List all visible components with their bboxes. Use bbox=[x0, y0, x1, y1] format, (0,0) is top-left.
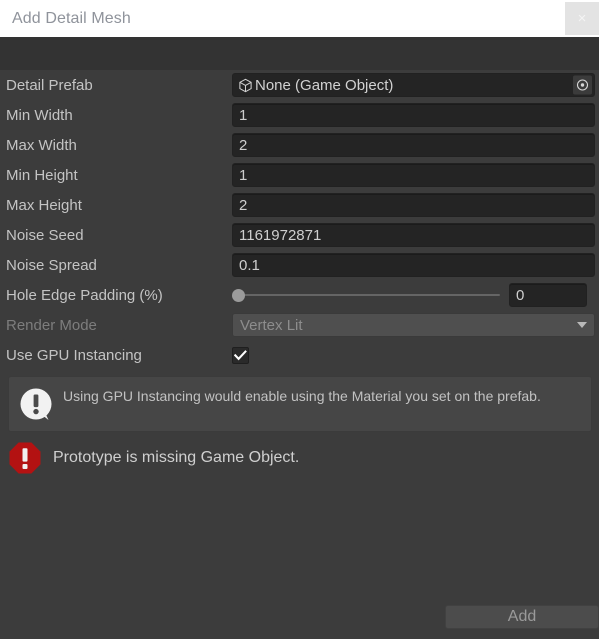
noise-seed-input[interactable]: 1161972871 bbox=[232, 223, 595, 247]
error-message-row: Prototype is missing Game Object. bbox=[0, 441, 599, 475]
row-render-mode: Render Mode Vertex Lit bbox=[0, 310, 599, 340]
control-use-gpu-instancing bbox=[232, 340, 595, 370]
label-max-height: Max Height bbox=[6, 196, 82, 214]
slider-handle[interactable] bbox=[232, 288, 245, 302]
row-detail-prefab: Detail Prefab None (Game Object) bbox=[0, 70, 599, 100]
label-noise-seed: Noise Seed bbox=[6, 226, 84, 244]
label-use-gpu-instancing: Use GPU Instancing bbox=[6, 346, 142, 364]
control-min-height: 1 bbox=[232, 160, 595, 190]
control-detail-prefab: None (Game Object) bbox=[232, 70, 595, 100]
label-min-height: Min Height bbox=[6, 166, 78, 184]
hole-edge-padding-input[interactable]: 0 bbox=[509, 283, 587, 307]
body-top-strip bbox=[0, 37, 599, 70]
render-mode-value: Vertex Lit bbox=[240, 316, 303, 334]
info-bubble-icon bbox=[20, 388, 52, 420]
row-min-height: Min Height 1 bbox=[0, 160, 599, 190]
min-width-input[interactable]: 1 bbox=[232, 103, 595, 127]
close-icon[interactable]: × bbox=[565, 2, 599, 35]
row-min-width: Min Width 1 bbox=[0, 100, 599, 130]
slider-track-line bbox=[238, 294, 500, 296]
control-noise-seed: 1161972871 bbox=[232, 220, 595, 250]
noise-spread-input[interactable]: 0.1 bbox=[232, 253, 595, 277]
row-max-height: Max Height 2 bbox=[0, 190, 599, 220]
label-detail-prefab: Detail Prefab bbox=[6, 76, 93, 94]
max-height-input[interactable]: 2 bbox=[232, 193, 595, 217]
control-hole-edge-padding: 0 bbox=[232, 280, 595, 310]
control-min-width: 1 bbox=[232, 100, 595, 130]
gpu-instancing-help-text: Using GPU Instancing would enable using … bbox=[63, 388, 541, 404]
window-body: Detail Prefab None (Game Object) Min Wid… bbox=[0, 37, 599, 639]
label-noise-spread: Noise Spread bbox=[6, 256, 97, 274]
object-picker-icon[interactable] bbox=[573, 75, 592, 95]
window-title: Add Detail Mesh bbox=[12, 9, 131, 27]
error-octagon-icon bbox=[9, 442, 41, 474]
row-max-width: Max Width 2 bbox=[0, 130, 599, 160]
row-noise-seed: Noise Seed 1161972871 bbox=[0, 220, 599, 250]
control-max-height: 2 bbox=[232, 190, 595, 220]
label-render-mode: Render Mode bbox=[6, 316, 97, 334]
cube-icon bbox=[239, 78, 252, 92]
gpu-instancing-help-box: Using GPU Instancing would enable using … bbox=[8, 376, 592, 432]
checkmark-icon bbox=[234, 349, 247, 360]
label-min-width: Min Width bbox=[6, 106, 73, 124]
row-noise-spread: Noise Spread 0.1 bbox=[0, 250, 599, 280]
error-message-text: Prototype is missing Game Object. bbox=[53, 449, 300, 466]
add-button[interactable]: Add bbox=[445, 605, 599, 629]
chevron-down-icon bbox=[577, 322, 587, 328]
min-height-input[interactable]: 1 bbox=[232, 163, 595, 187]
max-width-input[interactable]: 2 bbox=[232, 133, 595, 157]
label-max-width: Max Width bbox=[6, 136, 77, 154]
control-render-mode: Vertex Lit bbox=[232, 310, 595, 340]
detail-mesh-form: Detail Prefab None (Game Object) Min Wid… bbox=[0, 70, 599, 370]
control-noise-spread: 0.1 bbox=[232, 250, 595, 280]
use-gpu-instancing-checkbox[interactable] bbox=[232, 346, 249, 364]
dialog-footer: Add bbox=[0, 595, 599, 639]
row-use-gpu-instancing: Use GPU Instancing bbox=[0, 340, 599, 370]
label-hole-edge-padding: Hole Edge Padding (%) bbox=[6, 286, 163, 304]
hole-edge-padding-slider[interactable] bbox=[232, 288, 500, 302]
render-mode-dropdown[interactable]: Vertex Lit bbox=[232, 313, 595, 337]
row-hole-edge-padding: Hole Edge Padding (%) 0 bbox=[0, 280, 599, 310]
detail-prefab-object-field[interactable]: None (Game Object) bbox=[232, 73, 595, 97]
window-titlebar: Add Detail Mesh × bbox=[0, 0, 599, 37]
control-max-width: 2 bbox=[232, 130, 595, 160]
detail-prefab-value: None (Game Object) bbox=[255, 76, 394, 94]
